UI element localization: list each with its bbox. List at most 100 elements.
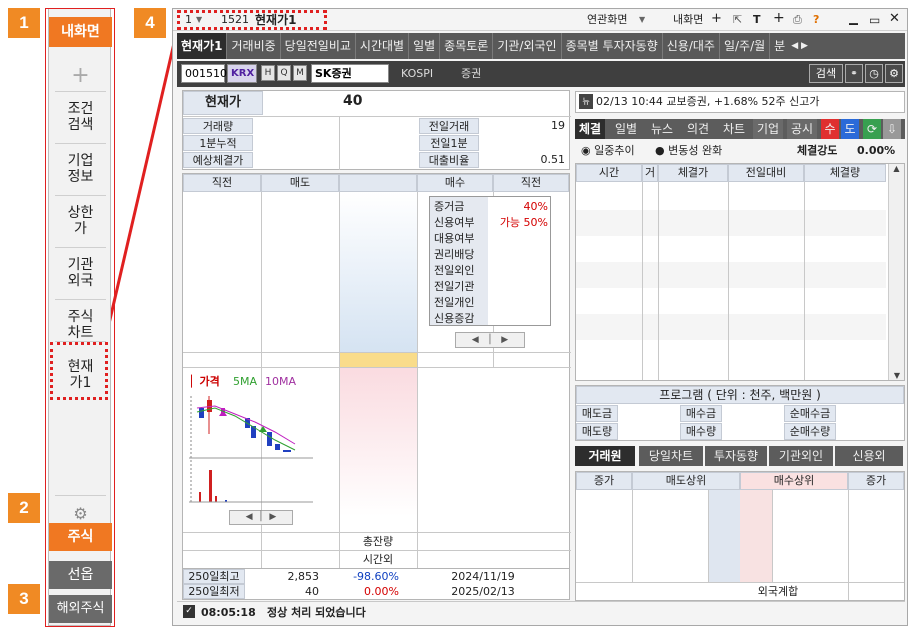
tab-investor-trend[interactable]: 종목별 투자자동향 (562, 33, 663, 59)
badge-4: 4 (134, 8, 166, 38)
tab-day-chart[interactable]: 당일차트 (639, 446, 703, 466)
info-prev-individual-label: 전일개인 (434, 296, 475, 309)
tab-minute[interactable]: 분 (770, 33, 789, 59)
radio-volatility[interactable]: ● 변동성 완화 (655, 143, 722, 159)
tab-disclosure[interactable]: 공시 (787, 119, 818, 139)
related-screens-menu[interactable]: 연관화면 (587, 12, 627, 28)
tab-institution-foreign[interactable]: 기관/외국인 (493, 33, 562, 59)
minimize-icon[interactable]: ▁ (849, 10, 858, 26)
tab-credit-etc[interactable]: 신용외 (835, 446, 903, 466)
info-pager[interactable]: ◀ │ ▶ (455, 332, 525, 348)
stock-info-box: 증거금 40% 신용여부 가능 50% 대용여부 권리배당 전일외인 전일기관 … (429, 196, 551, 326)
current-price-label: 현재가 (183, 91, 263, 115)
link-icon[interactable]: ⇱ (733, 12, 742, 28)
tab-brokers[interactable]: 거래원 (575, 446, 635, 466)
download-icon[interactable]: ⇩ (883, 119, 901, 139)
mini-candle-chart (189, 396, 313, 504)
status-time: 08:05:18 (201, 606, 256, 619)
h-button[interactable]: H (261, 65, 275, 81)
search-button[interactable]: 검색 (809, 64, 843, 83)
add-screen-icon[interactable]: + (711, 11, 722, 27)
low-250-date: 2025/02/13 (451, 585, 515, 598)
badge-2: 2 (8, 493, 40, 523)
broker-tabs: 거래원 당일차트 투자동향 기관외인 신용외 (575, 446, 905, 466)
my-screen-button[interactable]: 내화면 (49, 17, 112, 47)
tab-chart[interactable]: 차트 (719, 119, 750, 139)
badge-3: 3 (8, 584, 40, 614)
broker-header-sell-top: 매도상위 (632, 472, 740, 490)
volume-label: 거래량 (183, 118, 253, 134)
tab-credit[interactable]: 신용/대주 (663, 33, 720, 59)
news-bar[interactable]: 뉴 02/13 10:44 교보증권, +1.68% 52주 신고가 (575, 91, 905, 113)
stock-code-input[interactable]: 001510 (181, 64, 227, 83)
stock-category-button[interactable]: 주식 (49, 523, 112, 551)
tab-trade-ratio[interactable]: 거래비중 (227, 33, 281, 59)
m-button[interactable]: M (293, 65, 307, 81)
tab-day-compare[interactable]: 당일전일비교 (281, 33, 356, 59)
current-price-window: 1 ▼ 1521 현재가1 연관화면 ▼ 내화면 + ⇱ T + ⎙ ? ▁ ▭… (172, 8, 908, 626)
tab-by-time[interactable]: 시간대별 (356, 33, 410, 59)
refresh-icon[interactable]: ⟳ (863, 119, 881, 139)
total-remain-label: 총잔량 (362, 535, 394, 548)
trades-scrollbar[interactable]: ▲ ▼ (888, 164, 904, 380)
sidebar-item-company-info[interactable]: 기업 정보 (49, 147, 112, 191)
sell-button[interactable]: 도 (841, 119, 859, 139)
high-250-value: 2,853 (287, 570, 320, 583)
maximize-icon[interactable]: ▭ (869, 12, 880, 28)
clock-icon[interactable]: ◷ (865, 64, 883, 83)
futures-options-button[interactable]: 선옵 (49, 561, 112, 589)
tab-discussion[interactable]: 종목토론 (440, 33, 494, 59)
trades-header-type: 거 (642, 164, 658, 182)
tab-day-week-month[interactable]: 일/주/월 (720, 33, 771, 59)
chevron-down-icon[interactable]: ▼ (639, 12, 645, 28)
print-icon[interactable]: ⎙ (793, 12, 802, 28)
my-screen-menu[interactable]: 내화면 (673, 12, 703, 28)
market-selector[interactable]: KRX (227, 64, 257, 83)
sidebar-item-institution-foreign[interactable]: 기관 외국 (49, 251, 112, 295)
chart-pager[interactable]: ◀ │ ▶ (229, 510, 293, 525)
text-icon[interactable]: T (753, 12, 761, 28)
close-icon[interactable]: ✕ (889, 11, 900, 27)
tab-current-price-1[interactable]: 현재가1 (177, 33, 228, 59)
info-prev-foreign-label: 전일외인 (434, 264, 475, 277)
tab-scroll-arrows[interactable]: ◀ ▶ (789, 33, 810, 59)
current-price-row (340, 353, 417, 367)
strength-value: 0.00% (857, 144, 896, 157)
high-250-label: 250일최고 (183, 569, 245, 584)
tab-daily[interactable]: 일별 (409, 33, 441, 59)
info-credit-change-label: 신용증감 (434, 312, 475, 325)
program-buy-qty-label: 매수량 (680, 423, 722, 440)
sidebar-item-condition-search[interactable]: 조건 검색 (49, 95, 112, 139)
tab-news[interactable]: 뉴스 (647, 119, 678, 139)
radio-intraday[interactable]: ◉ 일중추이 (581, 143, 635, 159)
trades-header-volume: 체결량 (804, 164, 886, 182)
high-250-pct: -98.60% (353, 570, 399, 583)
left-sidebar: 내화면 + 조건 검색 기업 정보 상한 가 기관 외국 주식 차트 현재 가1 ⚙ 주식 … (48, 8, 112, 626)
tab-inst-foreign[interactable]: 기관외인 (769, 446, 833, 466)
settings-icon[interactable]: ⚙ (885, 64, 903, 83)
buy-button[interactable]: 수 (821, 119, 839, 139)
stock-name-field[interactable]: SK증권 (311, 64, 389, 83)
q-button[interactable]: Q (277, 65, 291, 81)
program-sell-qty-label: 매도량 (576, 423, 618, 440)
tab-investor[interactable]: 투자동향 (705, 446, 767, 466)
tab-company[interactable]: 기업 (753, 119, 784, 139)
prev-volume-value: 19 (551, 119, 565, 132)
tab-opinion[interactable]: 의견 (683, 119, 714, 139)
sector-label: 증권 (461, 67, 482, 80)
trades-header-price: 체결가 (658, 164, 728, 182)
overseas-stock-button[interactable]: 해외주식 (49, 595, 112, 623)
news-text[interactable]: 02/13 10:44 교보증권, +1.68% 52주 신고가 (596, 94, 820, 110)
orderbook-header-sell: 매도 (261, 174, 339, 192)
tab-trades[interactable]: 체결 (575, 119, 606, 139)
gear-icon[interactable]: ⚙ (49, 506, 112, 522)
sidebar-item-upper-limit[interactable]: 상한 가 (49, 199, 112, 243)
tab-daily-right[interactable]: 일별 (611, 119, 642, 139)
help-icon[interactable]: ? (813, 12, 819, 28)
binoculars-icon[interactable]: ⚭ (845, 64, 863, 83)
add-icon[interactable]: + (773, 10, 785, 26)
info-substitute-label: 대용여부 (434, 232, 475, 245)
program-sell-amount-label: 매도금 (576, 405, 618, 422)
news-icon: 뉴 (579, 94, 593, 109)
add-icon[interactable]: + (49, 65, 112, 89)
